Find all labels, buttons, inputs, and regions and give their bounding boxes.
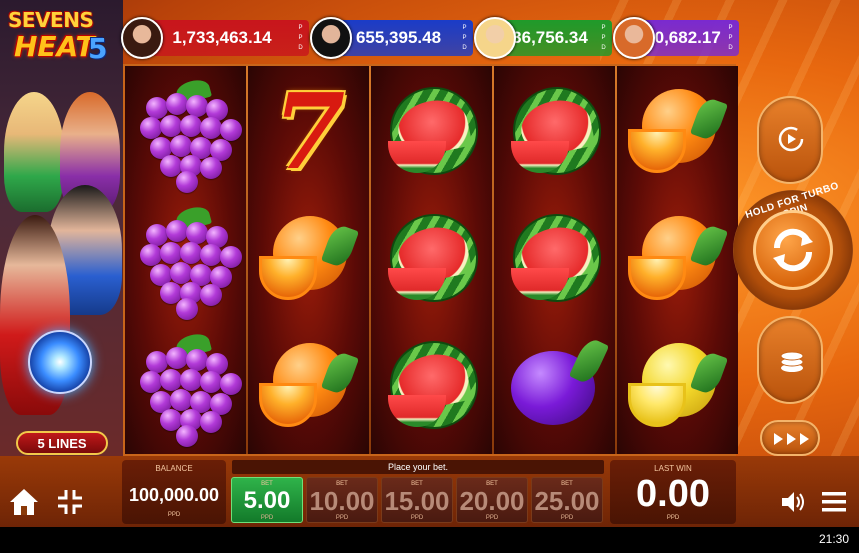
logo-line-1: SEVENS [8, 8, 94, 32]
last-win-value: 0.00 [636, 473, 710, 515]
logo-line-3: 5 [88, 32, 108, 65]
reel-cell [377, 330, 487, 440]
jackpot-1-avatar [121, 17, 163, 59]
grapes-symbol [136, 203, 242, 320]
replay-icon [776, 124, 806, 154]
last-win-ppd: PPD [666, 515, 680, 521]
bet-value: 10.00 [309, 486, 375, 516]
reel-cell [131, 76, 242, 193]
watermelon-symbol [382, 335, 482, 435]
jackpot-1-ppd: PPD [298, 25, 303, 51]
reel-3 [371, 66, 492, 454]
last-win-panel: LAST WIN 0.00 PPD [610, 460, 736, 524]
reel-grid: 7 [123, 64, 738, 456]
reel-cell [377, 203, 487, 313]
bet-value: 5.00 [243, 487, 291, 514]
orange-symbol [259, 335, 360, 435]
bet-value: 15.00 [384, 486, 450, 516]
bet-ppd: PPD [260, 515, 274, 521]
spin-button[interactable] [753, 210, 833, 290]
coins-icon [777, 346, 807, 376]
jackpot-4-ppd: PPD [728, 25, 733, 51]
grapes-symbol [136, 330, 242, 447]
clock: 21:30 [818, 532, 849, 546]
jackpot-4: 10,682.17 PPD [613, 17, 739, 59]
grapes-symbol [136, 76, 242, 193]
balance-panel: BALANCE 100,000.00 PPD [122, 460, 226, 524]
game-stage: SEVENS HEAT 5 5 LINES 1,733,463.14 PPD 6… [0, 0, 859, 553]
watermelon-symbol [382, 208, 482, 308]
jackpot-4-avatar [613, 17, 655, 59]
lemon-symbol [628, 335, 729, 435]
bet-button-5[interactable]: BET 5.00 PPD [231, 477, 303, 523]
balance-value: 100,000.00 [128, 485, 220, 505]
jackpot-2-avatar [310, 17, 352, 59]
character-panel: SEVENS HEAT 5 5 LINES [0, 0, 123, 456]
reel-cell [254, 203, 364, 313]
menu-icon[interactable] [820, 490, 848, 514]
reel-cell: 7 [254, 69, 364, 193]
crystal-ball [28, 330, 92, 394]
fullscreen-icon[interactable] [56, 488, 84, 516]
reel-1 [125, 66, 246, 454]
reel-separator [615, 66, 617, 454]
jackpot-2-ppd: PPD [462, 25, 467, 51]
character-blonde [4, 92, 64, 212]
bet-value: 25.00 [534, 486, 600, 516]
bet-button-20[interactable]: BET 20.00 PPD [456, 477, 528, 523]
coins-button[interactable] [757, 316, 823, 404]
reel-cell [254, 330, 364, 440]
reel-separator [492, 66, 494, 454]
orange-symbol [628, 208, 729, 308]
reel-cell [500, 330, 610, 440]
plum-symbol [505, 335, 610, 435]
lines-badge: 5 LINES [16, 431, 108, 455]
system-status-bar: 21:30 [0, 527, 859, 553]
reel-cell [131, 203, 242, 320]
jackpot-3-ppd: PPD [601, 25, 606, 51]
bet-button-25[interactable]: BET 25.00 PPD [531, 477, 603, 523]
jackpot-3-avatar [474, 17, 516, 59]
reel-cell [377, 76, 487, 186]
balance-label: BALANCE [155, 464, 193, 473]
jackpot-2: 655,395.48 PPD [310, 17, 473, 59]
last-win-label: LAST WIN [654, 464, 692, 473]
orange-symbol [628, 81, 729, 181]
jackpot-3: 36,756.34 PPD [474, 17, 612, 59]
watermelon-symbol [505, 81, 605, 181]
game-logo: SEVENS HEAT 5 [6, 8, 118, 68]
reel-2: 7 [248, 66, 369, 454]
bet-button-10[interactable]: BET 10.00 PPD [306, 477, 378, 523]
seven-symbol: 7 [272, 69, 346, 193]
place-bet-message: Place your bet. [232, 460, 604, 474]
autoplay-button[interactable] [757, 96, 823, 184]
bet-value: 20.00 [459, 486, 525, 516]
watermelon-symbol [505, 208, 605, 308]
balance-ppd: PPD [167, 512, 181, 518]
home-icon[interactable] [8, 486, 40, 518]
watermelon-symbol [382, 81, 482, 181]
reel-5 [617, 66, 738, 454]
jackpot-1-bar: 1,733,463.14 PPD [141, 20, 309, 56]
reel-4 [494, 66, 615, 454]
fast-play-button[interactable] [760, 420, 820, 456]
fast-forward-icon [770, 430, 814, 448]
sound-icon[interactable] [780, 490, 806, 514]
reel-separator [369, 66, 371, 454]
reel-cell [500, 203, 610, 313]
jackpot-1-value: 1,733,463.14 [172, 28, 272, 47]
bet-button-15[interactable]: BET 15.00 PPD [381, 477, 453, 523]
reel-cell [500, 76, 610, 186]
spin-arrows-icon [773, 228, 813, 272]
orange-symbol [259, 208, 360, 308]
reel-separator [246, 66, 248, 454]
reel-cell [131, 330, 242, 447]
reel-cell [623, 203, 733, 313]
reel-cell [623, 330, 733, 440]
logo-line-2: HEAT [14, 30, 95, 63]
reel-cell [623, 76, 733, 186]
jackpot-1: 1,733,463.14 PPD [121, 17, 309, 59]
